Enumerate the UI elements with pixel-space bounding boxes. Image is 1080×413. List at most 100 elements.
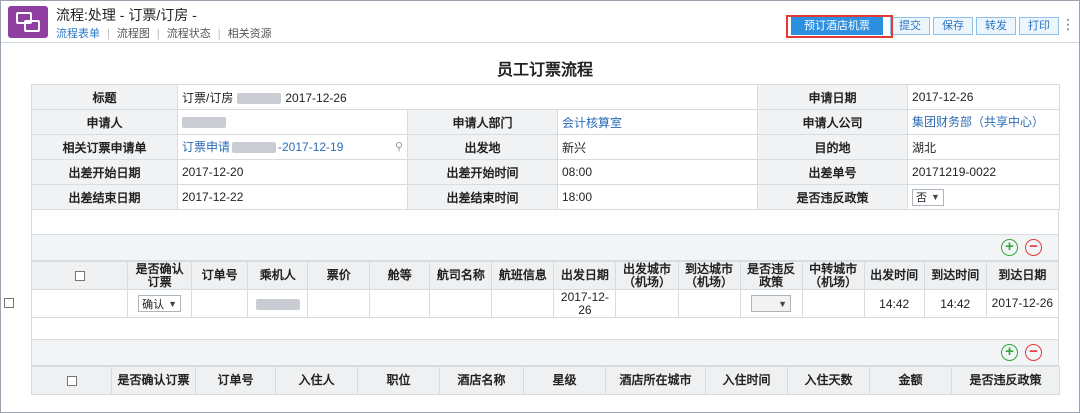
highlight-box	[786, 15, 893, 38]
section-spacer	[31, 318, 1059, 340]
submit-button[interactable]: 提交	[890, 17, 930, 35]
related-order-field[interactable]: ⚲ 订票申请 -2017-12-19	[177, 134, 408, 160]
airline-cell	[429, 289, 493, 318]
minus-icon[interactable]: −	[1025, 239, 1042, 256]
field-label-destination: 目的地	[757, 134, 909, 160]
column-header: 酒店名称	[439, 366, 524, 395]
tab-flow-status[interactable]: 流程状态	[167, 28, 211, 40]
trip-end-date-value: 2017-12-22	[177, 184, 408, 210]
violate-policy-value: 否	[916, 192, 928, 204]
field-label-department: 申请人部门	[407, 109, 558, 135]
tab-resources[interactable]: 相关资源	[228, 28, 272, 40]
field-label-applicant: 申请人	[31, 109, 178, 135]
violate-select[interactable]: ▼	[751, 295, 792, 312]
row-select-cell	[4, 289, 129, 318]
workflow-logo-icon	[8, 6, 48, 38]
related-order-prefix: 订票申请	[182, 139, 231, 154]
column-header: 星级	[523, 366, 606, 395]
trip-no-value: 20171219-0022	[907, 159, 1061, 185]
violate-policy-cell: 否 ▼	[907, 184, 1061, 210]
table-row: 确认 ▼ 2017-12-26 ▼ 14:42 14:42 2017-12-26	[4, 289, 1060, 318]
applicant-value	[177, 109, 408, 135]
destination-value: 湖北	[907, 134, 1061, 160]
select-all-checkbox[interactable]	[74, 270, 85, 281]
arrive-time-cell: 14:42	[923, 289, 987, 318]
flight-table: 是否确认订票 订单号 乘机人 票价 舱等 航司名称 航班信息 出发日期 出发城市…	[4, 261, 1060, 318]
column-header: 到达日期	[985, 261, 1060, 290]
field-label-company: 申请人公司	[757, 109, 909, 135]
column-header: 订单号	[195, 366, 276, 395]
forward-button[interactable]: 转发	[976, 17, 1016, 35]
plus-icon[interactable]: +	[1001, 344, 1018, 361]
info-table: 标题 订票/订房 2017-12-26 申请日期 2017-12-26 申请人 申…	[31, 84, 1061, 210]
column-header: 到达城市（机场）	[677, 261, 741, 290]
column-header: 舱等	[369, 261, 431, 290]
depart-time-cell: 14:42	[863, 289, 925, 318]
column-header: 是否违反政策	[951, 366, 1060, 395]
print-button[interactable]: 打印	[1019, 17, 1059, 35]
redacted-text	[182, 117, 226, 129]
column-header: 酒店所在城市	[605, 366, 706, 395]
form-tabs: 流程表单 | 流程图 | 流程状态 | 相关资源	[56, 25, 272, 41]
field-label-title: 标题	[31, 84, 178, 110]
column-header: 入住时间	[705, 366, 788, 395]
flight-table-header: 是否确认订票 订单号 乘机人 票价 舱等 航司名称 航班信息 出发日期 出发城市…	[30, 261, 1060, 290]
column-header: 金额	[869, 366, 952, 395]
tab-flowchart[interactable]: 流程图	[117, 28, 150, 40]
confirm-value: 确认	[142, 298, 165, 311]
column-header: 是否确认订票	[127, 261, 193, 290]
column-header: 订单号	[191, 261, 249, 290]
title-field[interactable]: 订票/订房 2017-12-26	[176, 84, 759, 110]
field-label-trip-no: 出差单号	[757, 159, 909, 185]
page-title: 流程:处理 - 订票/订房 -	[56, 7, 197, 23]
column-header: 航班信息	[491, 261, 555, 290]
row-checkbox[interactable]	[4, 298, 14, 308]
trip-end-time-value: 18:00	[556, 184, 759, 210]
tab-separator: |	[156, 28, 160, 40]
more-dots-icon[interactable]: ⋮	[1061, 17, 1075, 31]
departure-value: 新兴	[556, 134, 759, 160]
flight-info-cell	[491, 289, 555, 318]
column-header: 职位	[357, 366, 440, 395]
column-header: 出发日期	[553, 261, 617, 290]
field-label-trip-end-date: 出差结束日期	[31, 184, 178, 210]
column-header: 中转城市（机场）	[801, 261, 865, 290]
select-all-checkbox[interactable]	[66, 375, 77, 386]
depart-date-cell: 2017-12-26	[553, 289, 617, 318]
column-header: 是否违反政策	[739, 261, 803, 290]
column-header: 出发时间	[863, 261, 925, 290]
trip-start-time-value: 08:00	[556, 159, 759, 185]
chevron-down-icon: ▼	[168, 298, 178, 309]
tab-separator: |	[217, 28, 221, 40]
minus-icon[interactable]: −	[1025, 344, 1042, 361]
violate-policy-select[interactable]: 否 ▼	[912, 188, 944, 206]
form-content: 员工订票流程 标题 订票/订房 2017-12-26 申请日期 2017-12-2…	[4, 43, 1061, 395]
select-all-cell	[31, 366, 112, 395]
field-label-violate-policy: 是否违反政策	[757, 184, 909, 210]
column-header: 入住人	[275, 366, 358, 395]
redacted-text	[237, 92, 282, 104]
hotel-toolbar: + −	[31, 340, 1059, 366]
magnifier-icon[interactable]: ⚲	[395, 141, 403, 154]
field-label-trip-start-date: 出差开始日期	[31, 159, 178, 185]
column-header: 乘机人	[247, 261, 309, 290]
column-header: 入住天数	[787, 366, 870, 395]
column-header: 出发城市（机场）	[615, 261, 679, 290]
column-header: 是否确认订票	[111, 366, 196, 395]
plus-icon[interactable]: +	[1001, 239, 1018, 256]
header-bar: 流程:处理 - 订票/订房 - 流程表单 | 流程图 | 流程状态 | 相关资源 预订酒店机…	[1, 1, 1079, 43]
field-label-trip-end-time: 出差结束时间	[407, 184, 558, 210]
save-button[interactable]: 保存	[933, 17, 973, 35]
transfer-city-cell	[801, 289, 865, 318]
passenger-cell	[247, 289, 309, 318]
tab-form[interactable]: 流程表单	[56, 28, 100, 40]
arrive-city-cell	[677, 289, 741, 318]
column-header: 航司名称	[429, 261, 493, 290]
confirm-select[interactable]: 确认 ▼	[138, 295, 182, 312]
form-title: 员工订票流程	[496, 62, 593, 79]
title-date: 2017-12-26	[285, 90, 347, 105]
arrive-date-cell: 2017-12-26	[985, 289, 1060, 318]
confirm-cell: 确认 ▼	[127, 289, 193, 318]
title-value: 订票/订房	[182, 90, 234, 105]
field-label-departure: 出发地	[407, 134, 558, 160]
